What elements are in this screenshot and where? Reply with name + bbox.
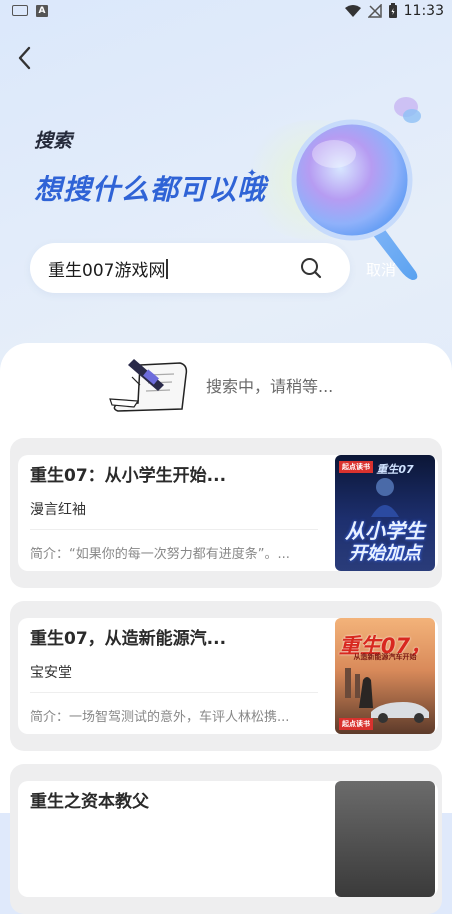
result-card[interactable]: 重生之资本教父 xyxy=(10,764,442,914)
cover-title-line: 开始加点 xyxy=(349,543,421,564)
page-slogan: 想搜什么都可以哦 xyxy=(34,173,267,206)
result-card-body[interactable]: 重生07，从造新能源汽... 宝安堂 简介：一场智驾测试的意外，车评人林松携..… xyxy=(18,618,438,734)
book-title: 重生之资本教父 xyxy=(30,792,149,812)
result-card[interactable]: 重生07：从小学生开始... 漫言红袖 简介：“如果你的每一次努力都有进度条”。… xyxy=(10,438,442,588)
cancel-button[interactable]: 取消 xyxy=(366,259,396,280)
book-cover[interactable]: 重生07， 从造新能源汽车开始 起点读书 xyxy=(335,618,435,734)
book-author: 漫言红袖 xyxy=(30,502,86,518)
search-icon[interactable] xyxy=(300,257,322,279)
search-input[interactable]: 重生007游戏网 xyxy=(48,256,168,281)
page-title: 搜索 xyxy=(34,130,73,152)
result-card-body[interactable]: 重生07：从小学生开始... 漫言红袖 简介：“如果你的每一次努力都有进度条”。… xyxy=(18,455,438,571)
cover-figure-icon xyxy=(371,478,399,517)
cover-badge: 起点读书 xyxy=(339,718,373,730)
book-title: 重生07，从造新能源汽... xyxy=(30,629,227,649)
book-author: 宝安堂 xyxy=(30,665,72,681)
divider xyxy=(30,692,318,693)
search-bar[interactable]: 重生007游戏网 xyxy=(30,243,350,293)
result-card[interactable]: 重生07，从造新能源汽... 宝安堂 简介：一场智驾测试的意外，车评人林松携..… xyxy=(10,601,442,751)
status-bar: A 11:33 xyxy=(0,0,452,24)
sparkle-icon: ✦ xyxy=(247,166,258,180)
chevron-left-icon xyxy=(18,46,31,70)
keyboard-icon xyxy=(12,5,28,16)
searching-illustration-icon xyxy=(109,359,188,412)
book-intro: 简介：“如果你的每一次努力都有进度条”。... xyxy=(30,547,290,562)
book-cover[interactable] xyxy=(335,781,435,897)
back-button[interactable] xyxy=(12,44,40,72)
text-caret xyxy=(166,259,168,279)
result-card-body[interactable]: 重生之资本教父 xyxy=(18,781,438,897)
book-title: 重生07：从小学生开始... xyxy=(30,466,227,486)
wifi-icon xyxy=(344,5,361,17)
book-intro: 简介：一场智驾测试的意外，车评人林松携... xyxy=(30,710,290,725)
app-a-icon: A xyxy=(36,5,48,17)
cover-subtitle: 从造新能源汽车开始 xyxy=(353,653,417,661)
divider xyxy=(30,529,318,530)
book-cover[interactable]: 起点读书 重生07 从小学生 开始加点 xyxy=(335,455,435,571)
battery-icon xyxy=(388,3,397,18)
signal-icon xyxy=(367,4,382,18)
loading-status: 搜索中，请稍等... xyxy=(206,377,334,396)
clock: 11:33 xyxy=(403,3,444,19)
